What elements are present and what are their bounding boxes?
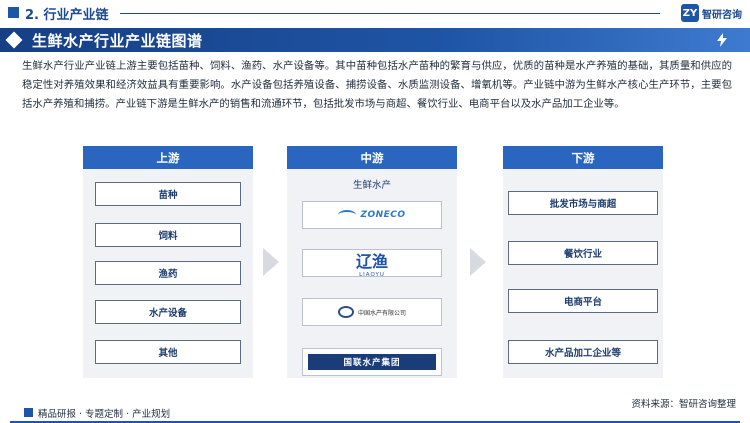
cnfc-logo-text: 中国水产有限公司	[357, 309, 406, 317]
midstream-label: 生鲜水产	[352, 180, 391, 191]
downstream-title: 下游	[503, 146, 663, 169]
brand-logo-icon: ZY	[681, 4, 699, 22]
top-bar: 2. 行业产业链 ZY 智研咨询	[0, 0, 750, 26]
liaoyu-logo-mark: 辽渔	[355, 252, 388, 271]
intro-paragraph: 生鲜水产行业产业链上游主要包括苗种、饲料、渔药、水产设备等。其中苗种包括水产苗种…	[22, 60, 732, 110]
flow-arrow-icon	[470, 248, 486, 276]
liaoyu-logo-text: LIAOYU	[359, 272, 385, 278]
guolian-logo-text: 国联水产集团	[308, 354, 436, 370]
upstream-item: 水产设备	[95, 300, 241, 324]
lightning-icon	[717, 33, 727, 47]
upstream-item: 渔药	[95, 261, 241, 285]
section-square-icon	[8, 7, 19, 18]
page-banner: 生鲜水产行业产业链图谱	[0, 28, 750, 52]
zoneco-logo: ZONECO	[302, 201, 442, 229]
upstream-item: 其他	[95, 340, 241, 364]
downstream-item: 电商平台	[508, 289, 658, 313]
downstream-item: 水产品加工企业等	[508, 340, 658, 364]
guolian-logo: 国联水产集团	[302, 348, 442, 376]
downstream-item: 餐饮行业	[508, 241, 658, 265]
downstream-panel: 下游 批发市场与商超 餐饮行业 电商平台 水产品加工企业等	[503, 146, 663, 378]
page-title: 生鲜水产行业产业链图谱	[32, 32, 203, 50]
page-footer: 精品研报 · 专题定制 · 产业规划 资料来源：智研咨询整理	[0, 399, 750, 423]
midstream-title: 中游	[287, 146, 457, 169]
upstream-item: 饲料	[95, 223, 241, 247]
source-note: 资料来源：智研咨询整理	[631, 399, 736, 410]
footer-tagline: 精品研报 · 专题定制 · 产业规划	[38, 409, 171, 420]
footer-square-icon	[24, 408, 33, 417]
liaoyu-logo: 辽渔 LIAOYU	[302, 249, 442, 278]
zoneco-wave-icon	[338, 210, 357, 220]
upstream-title: 上游	[83, 146, 253, 169]
cnfc-logo-icon	[337, 306, 354, 318]
header-divider	[120, 13, 660, 14]
brand-logo-text: 智研咨询	[702, 9, 742, 21]
flow-arrow-icon	[263, 248, 279, 276]
downstream-item: 批发市场与商超	[508, 191, 658, 215]
cnfc-logo: 中国水产有限公司	[302, 298, 442, 326]
zoneco-logo-text: ZONECO	[360, 210, 406, 220]
upstream-item: 苗种	[95, 182, 241, 206]
midstream-panel: 中游 生鲜水产 ZONECO 辽渔 LIAOYU 中国水产有限公司 国联水产集团	[287, 146, 457, 378]
diamond-icon	[5, 31, 23, 49]
upstream-panel: 上游 苗种 饲料 渔药 水产设备 其他	[83, 146, 253, 378]
section-title: 2. 行业产业链	[25, 8, 109, 23]
brand-logo: ZY 智研咨询	[681, 4, 742, 22]
